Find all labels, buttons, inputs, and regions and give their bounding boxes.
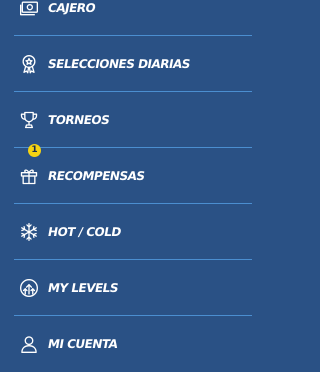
medal-icon <box>18 53 40 75</box>
menu-item-label: MY LEVELS <box>46 281 120 295</box>
side-menu: CAJERO SELECCIONES DIARIAS TORNEOS 1 REC… <box>0 0 267 360</box>
menu-item-label: CAJERO <box>46 1 97 15</box>
menu-item-recompensas[interactable]: 1 RECOMPENSAS <box>14 144 252 204</box>
notification-badge: 1 <box>28 144 41 157</box>
menu-item-cajero[interactable]: CAJERO <box>14 0 252 36</box>
menu-item-torneos[interactable]: TORNEOS <box>14 92 252 148</box>
level-up-icon <box>18 277 40 299</box>
gift-icon <box>18 165 40 187</box>
snowflake-icon <box>18 221 40 243</box>
menu-item-hot-cold[interactable]: HOT / COLD <box>14 204 252 260</box>
menu-item-label: MI CUENTA <box>46 337 119 351</box>
menu-item-label: TORNEOS <box>46 113 111 127</box>
menu-item-label: RECOMPENSAS <box>46 169 146 183</box>
menu-item-label: SELECCIONES DIARIAS <box>46 57 192 71</box>
menu-item-my-levels[interactable]: MY LEVELS <box>14 260 252 316</box>
menu-item-selecciones-diarias[interactable]: SELECCIONES DIARIAS <box>14 36 252 92</box>
trophy-icon <box>18 109 40 131</box>
cashier-icon <box>18 0 40 19</box>
menu-item-label: HOT / COLD <box>46 225 123 239</box>
menu-item-mi-cuenta[interactable]: MI CUENTA <box>14 316 252 372</box>
user-icon <box>18 333 40 355</box>
